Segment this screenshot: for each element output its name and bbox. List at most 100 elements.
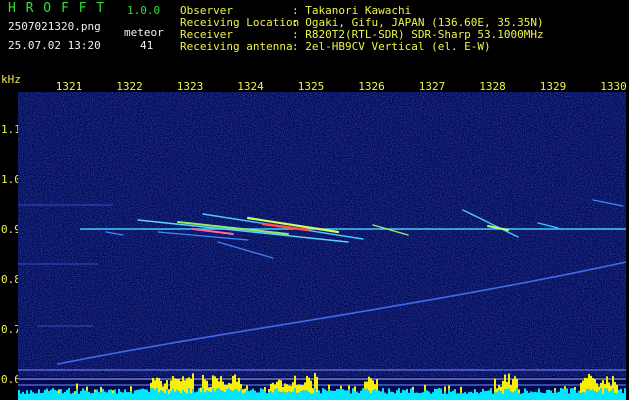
histogram-peak — [86, 386, 88, 391]
histogram-peak — [584, 377, 586, 393]
histogram-peak — [236, 381, 238, 390]
histogram-bar — [368, 390, 370, 400]
histogram-peak — [374, 384, 376, 390]
histogram-bar — [398, 388, 400, 400]
histogram-peak — [514, 376, 516, 391]
histogram-bar — [528, 392, 530, 400]
histogram-peak — [302, 385, 304, 391]
histogram-bar — [130, 391, 132, 400]
histogram-bar — [162, 391, 164, 400]
histogram-peak — [582, 380, 584, 393]
histogram-bar — [24, 393, 26, 400]
histogram-bar — [208, 391, 210, 400]
histogram-peak — [510, 385, 512, 392]
histogram-bar — [498, 390, 500, 400]
histogram-bar — [230, 389, 232, 400]
histogram-bar — [336, 389, 338, 400]
histogram-bar — [362, 388, 364, 400]
histogram-bar — [372, 390, 374, 400]
histogram-bar — [236, 389, 238, 400]
histogram-peak — [192, 373, 194, 390]
histogram-peak — [240, 383, 242, 389]
histogram-bar — [170, 391, 172, 400]
histogram-bar — [432, 392, 434, 400]
histogram-bar — [612, 388, 614, 400]
histogram-bar — [600, 388, 602, 400]
histogram-bar — [442, 393, 444, 400]
histogram-bar — [462, 393, 464, 400]
histogram-bar — [282, 391, 284, 400]
histogram-bar — [182, 389, 184, 400]
histogram-bar — [168, 393, 170, 400]
histogram-bar — [504, 389, 506, 400]
histogram-bar — [178, 391, 180, 400]
histogram-bar — [238, 391, 240, 400]
histogram-peak — [112, 390, 114, 394]
histogram-bar — [570, 388, 572, 400]
histogram-bar — [438, 388, 440, 400]
histogram-bar — [136, 389, 138, 400]
histogram-bar — [334, 390, 336, 400]
histogram-bar — [128, 392, 130, 400]
histogram-bar — [496, 392, 498, 400]
histogram-bar — [420, 392, 422, 400]
histogram-peak — [100, 386, 102, 393]
histogram-peak — [310, 380, 312, 394]
histogram-peak — [370, 378, 372, 394]
histogram-bar — [30, 390, 32, 400]
histogram-bar — [96, 389, 98, 400]
histogram-bar — [518, 392, 520, 400]
histogram-bar — [234, 388, 236, 400]
histogram-bar — [542, 393, 544, 400]
histogram-peak — [242, 389, 244, 394]
histogram-bar — [458, 393, 460, 400]
histogram-bar — [460, 392, 462, 400]
histogram-bar — [560, 388, 562, 400]
histogram-peak — [274, 384, 276, 390]
histogram-peak — [354, 386, 356, 392]
histogram-bar — [54, 389, 56, 400]
histogram-peak — [226, 384, 228, 390]
histogram-peak — [270, 383, 272, 392]
histogram-bar — [400, 392, 402, 400]
histogram-bar — [148, 391, 150, 400]
histogram-bar — [424, 390, 426, 400]
histogram-peak — [444, 386, 446, 392]
histogram-bar — [588, 388, 590, 400]
histogram-bar — [242, 393, 244, 400]
histogram-bar — [474, 389, 476, 400]
histogram-bar — [534, 391, 536, 400]
histogram-peak — [564, 386, 566, 390]
histogram-peak — [596, 383, 598, 393]
histogram-bar — [468, 392, 470, 400]
histogram-bar — [36, 393, 38, 400]
histogram-bar — [550, 390, 552, 400]
histogram-bar — [466, 393, 468, 400]
histogram-bar — [184, 391, 186, 400]
histogram-bar — [50, 389, 52, 400]
histogram-peak — [608, 382, 610, 392]
histogram-peak — [174, 378, 176, 392]
histogram-bar — [382, 388, 384, 400]
histogram-peak — [206, 380, 208, 391]
histogram-peak — [156, 377, 158, 389]
histogram-bar — [152, 388, 154, 400]
histogram-bar — [582, 392, 584, 400]
histogram-bar — [312, 393, 314, 400]
histogram-peak — [294, 375, 296, 389]
histogram-peak — [300, 385, 302, 392]
histogram-bar — [296, 393, 298, 400]
histogram-bar — [250, 390, 252, 400]
histogram-bar — [284, 392, 286, 400]
histogram-bar — [186, 393, 188, 400]
histogram-bar — [196, 391, 198, 400]
histogram-bar — [28, 393, 30, 400]
histogram-bar — [20, 393, 22, 400]
histogram-peak — [202, 374, 204, 389]
histogram-peak — [178, 378, 180, 392]
histogram-peak — [616, 384, 618, 394]
histogram-peak — [182, 376, 184, 390]
histogram-bar — [354, 391, 356, 400]
histogram-bar — [380, 391, 382, 400]
histogram-peak — [282, 386, 284, 392]
